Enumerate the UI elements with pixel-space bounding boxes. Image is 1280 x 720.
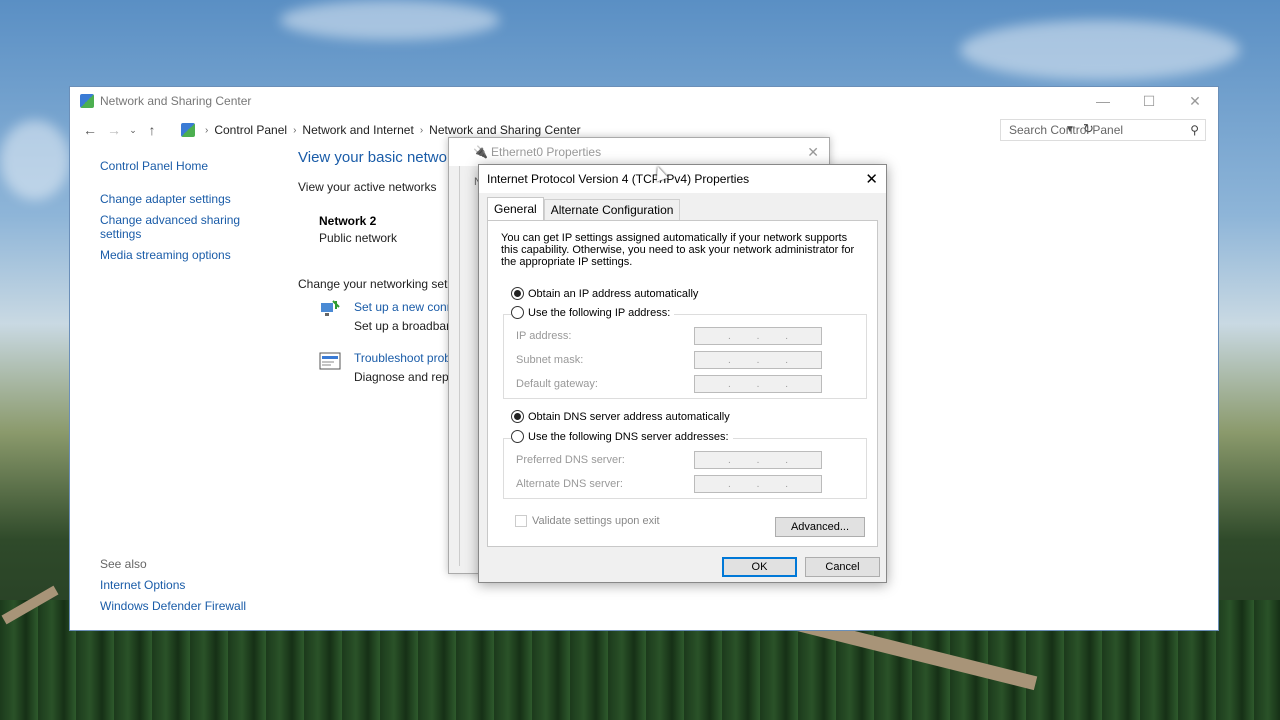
up-arrow-icon[interactable]: ↑ [140, 122, 164, 138]
subnet-mask-label: Subnet mask: [516, 354, 584, 366]
change-adapter-settings-link[interactable]: Change adapter settings [100, 192, 280, 206]
preferred-dns-field[interactable]: ... [694, 451, 822, 469]
breadcrumb-control-panel[interactable]: Control Panel [214, 123, 287, 137]
validate-checkbox[interactable] [515, 515, 527, 527]
ethernet-inner-panel: N [459, 166, 482, 566]
dns-auto-option[interactable]: Obtain DNS server address automatically [511, 410, 730, 423]
search-icon[interactable]: ⚲ [1190, 123, 1199, 137]
alternate-dns-label: Alternate DNS server: [516, 478, 623, 490]
tab-alternate-configuration[interactable]: Alternate Configuration [543, 199, 681, 220]
default-gateway-field[interactable]: ... [694, 375, 822, 393]
recent-chevron-icon[interactable]: ⌄ [126, 125, 140, 136]
change-networking-header: Change your networking set [298, 277, 448, 291]
validate-settings-option[interactable]: Validate settings upon exit [515, 515, 660, 527]
troubleshoot-desc: Diagnose and repa [354, 370, 456, 384]
validate-label: Validate settings upon exit [532, 515, 660, 527]
default-gateway-label: Default gateway: [516, 378, 598, 390]
active-networks-header: View your active networks [298, 180, 437, 194]
change-advanced-sharing-link[interactable]: Change advanced sharing settings [100, 213, 260, 241]
dns-manual-option[interactable]: Use the following DNS server addresses: [511, 430, 733, 443]
ipv4-dialog-title: Internet Protocol Version 4 (TCP/IPv4) P… [487, 172, 750, 186]
cancel-button[interactable]: Cancel [805, 557, 880, 577]
search-placeholder: Search Control Panel [1009, 123, 1124, 137]
network-name: Network 2 [319, 214, 377, 228]
defender-firewall-link[interactable]: Windows Defender Firewall [100, 599, 246, 613]
advanced-button[interactable]: Advanced... [775, 517, 865, 537]
forward-arrow-icon[interactable]: → [102, 122, 126, 138]
breadcrumb-separator-icon[interactable]: › [293, 125, 296, 136]
cloud [280, 0, 500, 40]
page-title: View your basic netwo [298, 149, 447, 166]
dns-auto-radio[interactable] [511, 410, 524, 423]
see-also-section: See also Internet Options Windows Defend… [100, 557, 246, 620]
cloud [960, 20, 1240, 80]
subnet-mask-field[interactable]: ... [694, 351, 822, 369]
setup-connection-desc: Set up a broadban [354, 319, 453, 333]
ip-manual-option[interactable]: Use the following IP address: [511, 306, 675, 319]
back-arrow-icon[interactable]: ← [78, 122, 102, 138]
network-center-icon [80, 94, 94, 108]
search-input[interactable]: Search Control Panel ⚲ [1000, 119, 1206, 141]
breadcrumb-separator-icon[interactable]: › [420, 125, 423, 136]
ok-button[interactable]: OK [722, 557, 797, 577]
cloud [0, 120, 70, 200]
ipv4-properties-dialog: Internet Protocol Version 4 (TCP/IPv4) P… [478, 164, 887, 583]
ip-description: You can get IP settings assigned automat… [501, 232, 855, 268]
troubleshoot-icon [319, 352, 341, 370]
ethernet-close-icon[interactable]: ✕ [807, 144, 819, 161]
ip-manual-radio[interactable] [511, 306, 524, 319]
breadcrumb-network-internet[interactable]: Network and Internet [302, 123, 413, 137]
ip-auto-option[interactable]: Obtain an IP address automatically [511, 287, 698, 300]
alternate-dns-field[interactable]: ... [694, 475, 822, 493]
ip-address-field[interactable]: ... [694, 327, 822, 345]
new-connection-icon [321, 300, 340, 316]
dns-auto-label: Obtain DNS server address automatically [528, 410, 730, 423]
troubleshoot-link[interactable]: Troubleshoot prob [354, 351, 451, 365]
general-tab-panel: You can get IP settings assigned automat… [487, 220, 878, 547]
dns-address-group: Preferred DNS server: ... Alternate DNS … [503, 438, 867, 499]
breadcrumb-separator-icon[interactable]: › [205, 125, 208, 136]
setup-connection-link[interactable]: Set up a new conn [354, 300, 453, 314]
left-nav: Control Panel Home Change adapter settin… [100, 159, 280, 262]
network-type: Public network [319, 231, 398, 245]
ip-address-group: IP address: ... Subnet mask: ... Default… [503, 314, 867, 399]
minimize-button[interactable]: — [1080, 87, 1126, 115]
ip-manual-label: Use the following IP address: [528, 306, 671, 319]
ethernet-icon: 🔌 [473, 145, 488, 159]
preferred-dns-label: Preferred DNS server: [516, 454, 625, 466]
maximize-button[interactable]: ☐ [1126, 87, 1172, 115]
see-also-header: See also [100, 557, 147, 571]
tab-strip: General Alternate Configuration [487, 197, 681, 220]
ip-address-label: IP address: [516, 330, 572, 342]
ip-auto-radio[interactable] [511, 287, 524, 300]
media-streaming-link[interactable]: Media streaming options [100, 248, 280, 262]
dns-manual-radio[interactable] [511, 430, 524, 443]
titlebar: Network and Sharing Center [70, 87, 1218, 115]
control-panel-home-link[interactable]: Control Panel Home [100, 159, 280, 173]
dns-manual-label: Use the following DNS server addresses: [528, 430, 729, 443]
control-panel-icon [181, 123, 195, 137]
window-title: Network and Sharing Center [100, 94, 252, 108]
ipv4-dialog-titlebar: Internet Protocol Version 4 (TCP/IPv4) P… [479, 165, 886, 193]
ethernet-dialog-titlebar: 🔌 Ethernet0 Properties ✕ [449, 138, 829, 166]
ipv4-close-icon[interactable]: ✕ [865, 170, 878, 188]
internet-options-link[interactable]: Internet Options [100, 578, 246, 592]
close-button[interactable]: ✕ [1172, 87, 1218, 115]
ethernet-dialog-title: Ethernet0 Properties [491, 145, 602, 159]
tab-general[interactable]: General [487, 197, 544, 220]
ip-auto-label: Obtain an IP address automatically [528, 287, 699, 300]
breadcrumb-network-sharing[interactable]: Network and Sharing Center [429, 123, 580, 137]
